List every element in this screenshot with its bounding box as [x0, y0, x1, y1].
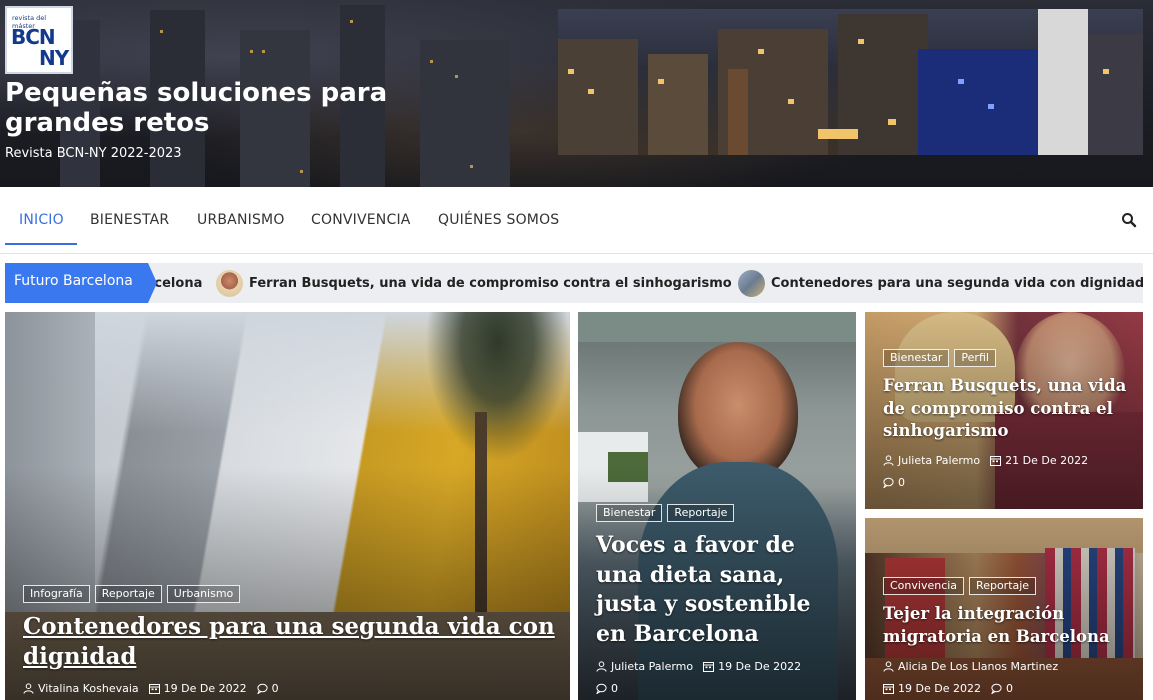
post-date-text: 19 De De 2022 — [163, 682, 247, 695]
user-icon — [883, 455, 894, 466]
logo-ny-text: NY — [39, 46, 69, 70]
post-meta: Julieta Palermo 21 De De 2022 — [883, 454, 1098, 467]
tag-convivencia[interactable]: Convivencia — [883, 577, 965, 595]
search-icon[interactable] — [1120, 211, 1138, 229]
nav-item-quienes-somos[interactable]: QUIÉNES SOMOS — [438, 212, 559, 228]
post-author-name: Alicia De Los Llanos Martinez — [898, 660, 1059, 673]
nav-item-bienestar[interactable]: BIENESTAR — [90, 212, 169, 228]
tag-infografia[interactable]: Infografía — [23, 585, 90, 603]
post-tags: Infografía Reportaje Urbanismo — [23, 585, 241, 603]
tag-perfil[interactable]: Perfil — [954, 349, 996, 367]
post-title[interactable]: Voces a favor de una dieta sana, justa y… — [596, 531, 846, 649]
featured-post-card[interactable]: Infografía Reportaje Urbanismo Contenedo… — [5, 312, 570, 700]
site-logo[interactable]: revista del máster BCN NY — [5, 6, 73, 74]
user-icon — [23, 683, 34, 694]
post-date[interactable]: 19 De De 2022 — [703, 660, 801, 673]
tag-reportaje[interactable]: Reportaje — [667, 504, 735, 522]
post-comment-count: 0 — [1005, 682, 1013, 695]
post-author[interactable]: Julieta Palermo — [883, 454, 980, 467]
tag-urbanismo[interactable]: Urbanismo — [166, 585, 241, 603]
post-meta-secondary: 19 De De 2022 0 — [883, 682, 1023, 695]
post-comment-count: 0 — [898, 476, 905, 489]
post-comment-count: 0 — [611, 682, 618, 695]
post-date-text: 19 De De 2022 — [718, 660, 802, 673]
calendar-icon — [703, 662, 715, 672]
post-title[interactable]: Contenedores para una segunda vida con d… — [23, 612, 563, 672]
post-meta: Julieta Palermo 19 De De 2022 — [596, 660, 811, 673]
nav-item-urbanismo[interactable]: URBANISMO — [197, 212, 285, 228]
ticker-label: Futuro Barcelona — [5, 263, 157, 303]
post-meta: Vitalina Koshevaia 19 De De 2022 0 — [23, 682, 289, 695]
post-card[interactable]: Bienestar Reportaje Voces a favor de una… — [578, 312, 856, 700]
post-card[interactable]: Convivencia Reportaje Tejer la integraci… — [865, 518, 1143, 700]
comment-icon — [883, 477, 894, 488]
calendar-icon — [148, 684, 160, 694]
post-date-text: 19 De De 2022 — [898, 682, 981, 695]
post-date[interactable]: 19 De De 2022 — [148, 682, 247, 695]
nav-item-inicio[interactable]: INICIO — [19, 212, 64, 228]
post-date[interactable]: 19 De De 2022 — [883, 682, 981, 695]
post-comments[interactable]: 0 — [883, 476, 905, 489]
post-date-text: 21 De De 2022 — [1005, 454, 1089, 467]
main-navigation: INICIO BIENESTAR URBANISMO CONVIVENCIA Q… — [0, 187, 1153, 254]
tag-reportaje[interactable]: Reportaje — [94, 585, 162, 603]
post-author-name: Julieta Palermo — [898, 454, 981, 467]
comment-icon — [256, 683, 268, 694]
post-author-name: Julieta Palermo — [611, 660, 694, 673]
post-title[interactable]: Ferran Busquets, una vida de compromiso … — [883, 375, 1138, 443]
post-tags: Bienestar Reportaje — [596, 504, 735, 522]
post-comments[interactable]: 0 — [991, 682, 1013, 695]
ticker-item-title: Contenedores para una segunda vida con d… — [771, 275, 1143, 291]
post-meta: Alicia De Los Llanos Martinez — [883, 660, 1068, 673]
comment-icon — [991, 683, 1002, 694]
news-ticker: Futuro Barcelona rcelona Ferran Busquets… — [5, 263, 1143, 303]
calendar-icon — [990, 456, 1002, 466]
post-meta-comments: 0 — [596, 682, 628, 695]
post-tags: Bienestar Perfil — [883, 349, 996, 367]
site-title[interactable]: Pequeñas soluciones para grandes retos — [5, 78, 465, 138]
nav-item-convivencia[interactable]: CONVIVENCIA — [311, 212, 411, 228]
post-author[interactable]: Vitalina Koshevaia — [23, 682, 139, 695]
post-comments[interactable]: 0 — [596, 682, 618, 695]
ticker-item[interactable]: Contenedores para una segunda vida con d… — [738, 263, 1143, 303]
ticker-item-title: Ferran Busquets, una vida de compromiso … — [249, 275, 732, 291]
tag-bienestar[interactable]: Bienestar — [883, 349, 950, 367]
post-comments[interactable]: 0 — [256, 682, 279, 695]
site-tagline: Revista BCN-NY 2022-2023 — [5, 146, 182, 161]
ticker-thumbnail — [216, 269, 243, 297]
header-banner-image — [558, 9, 1143, 155]
calendar-icon — [883, 684, 894, 694]
post-meta-comments: 0 — [883, 476, 915, 489]
user-icon — [883, 661, 894, 672]
post-comment-count: 0 — [271, 682, 279, 695]
tag-bienestar[interactable]: Bienestar — [596, 504, 663, 522]
tag-reportaje[interactable]: Reportaje — [969, 577, 1037, 595]
post-author-name: Vitalina Koshevaia — [38, 682, 139, 695]
post-tags: Convivencia Reportaje — [883, 577, 1037, 595]
post-title[interactable]: Tejer la integración migratoria en Barce… — [883, 603, 1138, 648]
ticker-thumbnail — [738, 269, 765, 297]
comment-icon — [596, 683, 607, 694]
ticker-item[interactable]: Ferran Busquets, una vida de compromiso … — [216, 263, 732, 303]
user-icon — [596, 661, 607, 672]
post-card[interactable]: Bienestar Perfil Ferran Busquets, una vi… — [865, 312, 1143, 509]
post-date[interactable]: 21 De De 2022 — [990, 454, 1088, 467]
post-author[interactable]: Alicia De Los Llanos Martinez — [883, 660, 1058, 673]
nav-active-indicator — [5, 243, 77, 245]
site-header: revista del máster BCN NY Pequeñas soluc… — [0, 0, 1153, 187]
post-author[interactable]: Julieta Palermo — [596, 660, 693, 673]
